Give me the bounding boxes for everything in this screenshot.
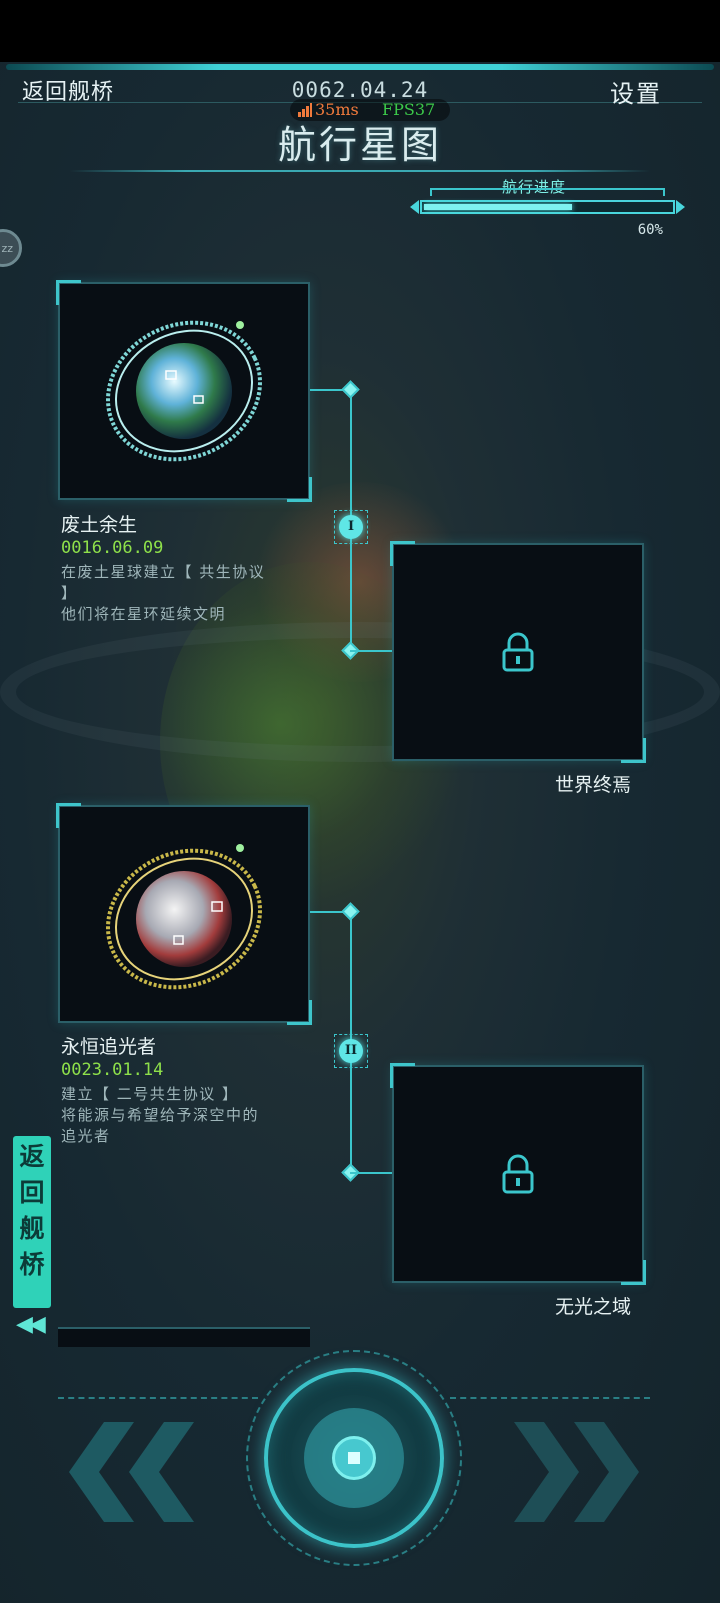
side-tab-char: 回	[19, 1178, 45, 1207]
chapter-marker-2: II	[339, 1039, 363, 1063]
side-back-to-bridge-tab[interactable]: 返 回 舰 桥	[13, 1136, 51, 1308]
planet-desc-1: 在废土星球建立【 共生协议 】 他们将在星环延续文明	[61, 562, 265, 625]
side-tab-char: 桥	[19, 1250, 45, 1279]
planet-desc-1-line3: 他们将在星环延续文明	[61, 605, 227, 623]
progress-arrow-left	[410, 200, 419, 214]
center-action-button[interactable]	[264, 1368, 444, 1548]
chapter-marker-1: I	[339, 515, 363, 539]
planet-date-2: 0023.01.14	[61, 1060, 164, 1080]
star-map-screen: 返回舰桥 设置 0062.04.24 35ms FPS37 航行星图 航行进度 …	[0, 62, 720, 1603]
ringed-moon-planet-icon	[106, 844, 262, 990]
ringed-earth-planet-icon	[106, 320, 262, 462]
lock-icon	[502, 632, 534, 672]
voyage-progress: 航行进度 60%	[410, 176, 685, 246]
locked-name-2: 无光之域	[555, 1296, 632, 1318]
planet-desc-2-line3: 追光者	[61, 1127, 111, 1145]
planet-desc-2-line1: 建立【 二号共生协议 】	[61, 1085, 239, 1103]
bottom-divider-right	[450, 1397, 650, 1399]
lock-icon	[502, 1154, 534, 1194]
side-tab-char: 返	[19, 1142, 45, 1171]
side-tab-arrows-icon[interactable]: ◀◀	[16, 1312, 46, 1337]
progress-track	[420, 200, 675, 214]
planet-name-2: 永恒追光者	[61, 1036, 157, 1058]
progress-frame	[430, 188, 665, 196]
page-title: 航行星图	[277, 123, 442, 167]
planet-date-1: 0016.06.09	[61, 538, 164, 558]
timeline-connector	[350, 650, 392, 652]
planet-card-3-partial[interactable]	[58, 1327, 310, 1347]
planet-desc-2: 建立【 二号共生协议 】 将能源与希望给予深空中的 追光者	[61, 1084, 259, 1147]
planet-name-1: 废土余生	[61, 514, 138, 536]
timeline-connector	[350, 1172, 392, 1174]
title-underline	[70, 170, 650, 172]
sleep-button[interactable]: zz	[0, 229, 22, 267]
locked-name-1: 世界终焉	[555, 774, 632, 796]
locked-card-2[interactable]	[390, 1063, 646, 1285]
planet-desc-2-line2: 将能源与希望给予深空中的	[61, 1106, 260, 1124]
progress-arrow-right	[676, 200, 685, 214]
planet-card-1[interactable]	[56, 280, 312, 502]
progress-percent: 60%	[637, 222, 663, 238]
bottom-divider-left	[58, 1397, 258, 1399]
header-frame-bar	[6, 64, 714, 70]
planet-desc-1-line2: 】	[61, 584, 78, 602]
timeline-diamond	[341, 380, 360, 399]
planet-desc-1-line1: 在废土星球建立【 共生协议	[61, 563, 266, 581]
previous-page-button[interactable]	[64, 1422, 214, 1522]
progress-fill	[424, 204, 572, 210]
planet-card-2[interactable]	[56, 803, 312, 1025]
status-bar	[0, 0, 720, 62]
next-page-button[interactable]	[494, 1422, 644, 1522]
side-tab-char: 舰	[19, 1214, 45, 1243]
locked-card-1[interactable]	[390, 541, 646, 763]
center-button-dot-icon	[348, 1452, 360, 1464]
